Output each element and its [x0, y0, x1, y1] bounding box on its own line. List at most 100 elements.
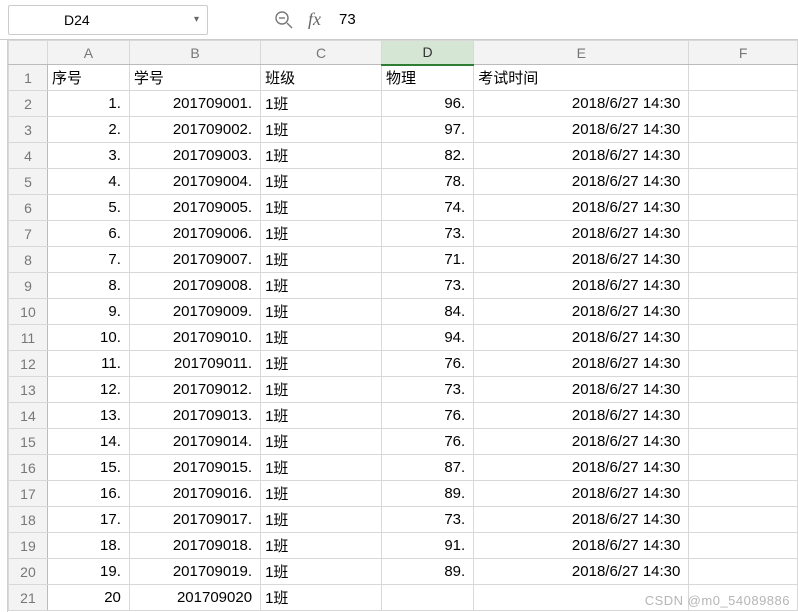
cell[interactable]: 2. [47, 117, 129, 143]
cell[interactable] [689, 585, 798, 611]
cell[interactable]: 76. [381, 351, 473, 377]
row-header[interactable]: 21 [9, 585, 48, 611]
cell[interactable]: 3. [47, 143, 129, 169]
row-header[interactable]: 5 [9, 169, 48, 195]
cell[interactable]: 1班 [261, 169, 382, 195]
cell[interactable]: 91. [381, 533, 473, 559]
row-header[interactable]: 19 [9, 533, 48, 559]
cell[interactable]: 201709006. [129, 221, 260, 247]
cell[interactable]: 12. [47, 377, 129, 403]
cell[interactable]: 2018/6/27 14:30 [474, 195, 689, 221]
cell[interactable]: 73. [381, 507, 473, 533]
cell[interactable]: 84. [381, 299, 473, 325]
cell[interactable]: 2018/6/27 14:30 [474, 559, 689, 585]
cell[interactable]: 序号 [47, 65, 129, 91]
row-header[interactable]: 9 [9, 273, 48, 299]
row-header[interactable]: 14 [9, 403, 48, 429]
cell[interactable]: 10. [47, 325, 129, 351]
name-box[interactable]: D24 ▾ [8, 5, 208, 35]
cell[interactable]: 1班 [261, 299, 382, 325]
cell[interactable] [689, 507, 798, 533]
cell[interactable]: 201709013. [129, 403, 260, 429]
cell[interactable]: 14. [47, 429, 129, 455]
cell[interactable]: 2018/6/27 14:30 [474, 247, 689, 273]
cell[interactable]: 89. [381, 481, 473, 507]
cell[interactable]: 2018/6/27 14:30 [474, 481, 689, 507]
cell[interactable] [689, 117, 798, 143]
cell[interactable] [689, 195, 798, 221]
cell[interactable]: 7. [47, 247, 129, 273]
zoom-out-icon[interactable] [272, 8, 296, 32]
cell[interactable] [689, 403, 798, 429]
cell[interactable]: 97. [381, 117, 473, 143]
cell[interactable]: 1班 [261, 533, 382, 559]
cell[interactable]: 201709004. [129, 169, 260, 195]
cell[interactable]: 201709008. [129, 273, 260, 299]
cell[interactable] [689, 455, 798, 481]
cell[interactable]: 201709020 [129, 585, 260, 611]
row-header[interactable]: 11 [9, 325, 48, 351]
cell[interactable] [689, 299, 798, 325]
cell[interactable]: 2018/6/27 14:30 [474, 533, 689, 559]
cell[interactable] [689, 247, 798, 273]
cell[interactable]: 1班 [261, 221, 382, 247]
cell[interactable]: 201709019. [129, 559, 260, 585]
cell[interactable]: 1. [47, 91, 129, 117]
cell[interactable]: 2018/6/27 14:30 [474, 325, 689, 351]
cell[interactable]: 班级 [261, 65, 382, 91]
cell[interactable]: 201709005. [129, 195, 260, 221]
cell[interactable] [689, 91, 798, 117]
cell[interactable]: 6. [47, 221, 129, 247]
cell[interactable]: 20 [47, 585, 129, 611]
cell[interactable]: 1班 [261, 507, 382, 533]
cell[interactable]: 1班 [261, 403, 382, 429]
row-header[interactable]: 15 [9, 429, 48, 455]
cell[interactable] [689, 559, 798, 585]
cell[interactable]: 201709003. [129, 143, 260, 169]
cell[interactable]: 1班 [261, 455, 382, 481]
cell[interactable]: 76. [381, 429, 473, 455]
cell[interactable]: 89. [381, 559, 473, 585]
row-header[interactable]: 16 [9, 455, 48, 481]
row-header[interactable]: 6 [9, 195, 48, 221]
cell[interactable]: 2018/6/27 14:30 [474, 455, 689, 481]
cell[interactable]: 87. [381, 455, 473, 481]
cell[interactable] [689, 429, 798, 455]
cell[interactable]: 201709001. [129, 91, 260, 117]
cell[interactable]: 1班 [261, 117, 382, 143]
row-header[interactable]: 3 [9, 117, 48, 143]
cell[interactable] [689, 143, 798, 169]
row-header[interactable]: 17 [9, 481, 48, 507]
cell[interactable]: 82. [381, 143, 473, 169]
cell[interactable]: 2018/6/27 14:30 [474, 273, 689, 299]
cell[interactable]: 201709009. [129, 299, 260, 325]
cell[interactable] [689, 481, 798, 507]
cell[interactable] [689, 351, 798, 377]
cell[interactable]: 71. [381, 247, 473, 273]
cell[interactable]: 15. [47, 455, 129, 481]
cell[interactable]: 201709017. [129, 507, 260, 533]
row-header[interactable]: 18 [9, 507, 48, 533]
cell[interactable]: 4. [47, 169, 129, 195]
cell[interactable]: 19. [47, 559, 129, 585]
cell[interactable] [381, 585, 473, 611]
cell[interactable] [474, 585, 689, 611]
cell[interactable]: 1班 [261, 195, 382, 221]
col-header-D[interactable]: D [381, 41, 473, 65]
cell[interactable]: 1班 [261, 325, 382, 351]
cell[interactable]: 考试时间 [474, 65, 689, 91]
row-header[interactable]: 2 [9, 91, 48, 117]
cell[interactable]: 201709015. [129, 455, 260, 481]
col-header-C[interactable]: C [261, 41, 382, 65]
cell[interactable]: 1班 [261, 429, 382, 455]
row-header[interactable]: 10 [9, 299, 48, 325]
cell[interactable]: 201709002. [129, 117, 260, 143]
cell[interactable]: 2018/6/27 14:30 [474, 403, 689, 429]
cell[interactable]: 1班 [261, 377, 382, 403]
cell[interactable]: 201709011. [129, 351, 260, 377]
cell[interactable]: 18. [47, 533, 129, 559]
cell[interactable]: 学号 [129, 65, 260, 91]
cell[interactable]: 2018/6/27 14:30 [474, 377, 689, 403]
row-header[interactable]: 13 [9, 377, 48, 403]
cell[interactable]: 96. [381, 91, 473, 117]
